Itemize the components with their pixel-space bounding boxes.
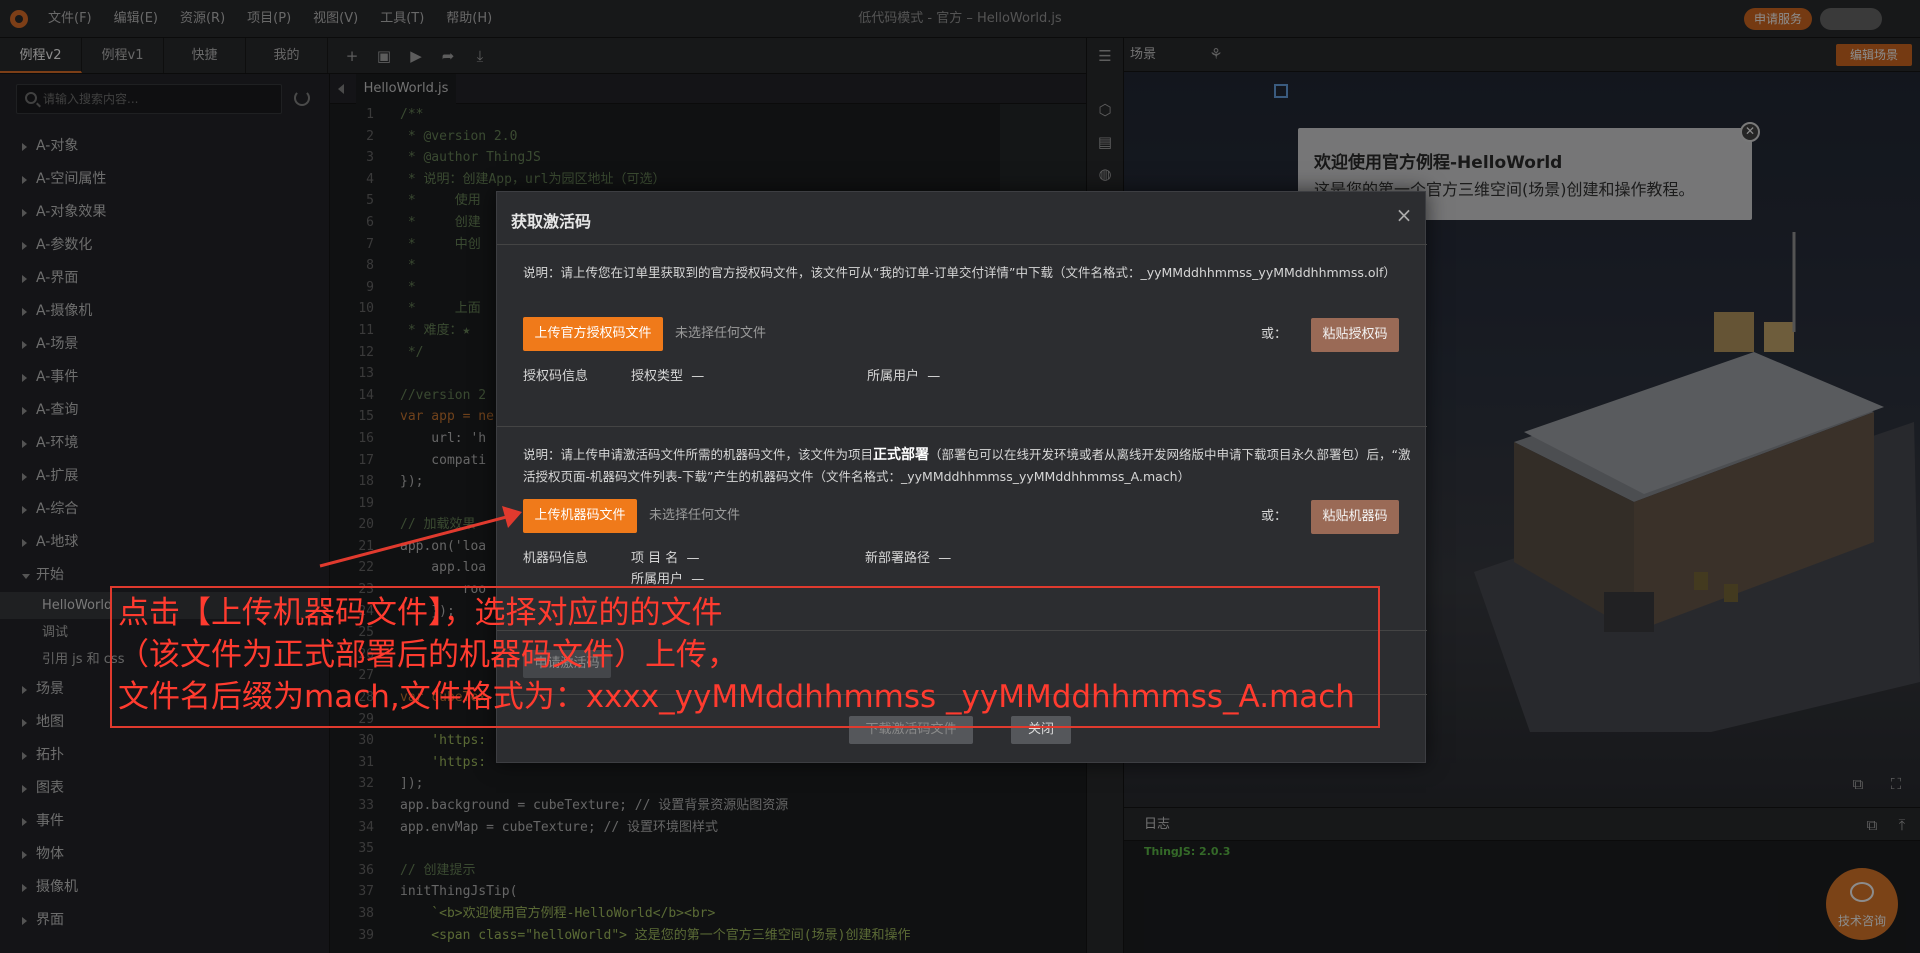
- annotation-arrow: [319, 506, 522, 568]
- annotation-line-3: 文件名后缀为mach,文件格式为：xxxx_yyMMddhhmmss _yyMM…: [118, 679, 1355, 715]
- annotation-line-2: （该文件为正式部署后的机器码文件）上传，: [118, 637, 738, 673]
- upload-machine-button[interactable]: 上传机器码文件: [523, 499, 637, 533]
- paste-license-button[interactable]: 粘贴授权码: [1311, 318, 1399, 352]
- dialog-title: 获取激活码: [511, 212, 592, 231]
- machine-no-file: 未选择任何文件: [649, 508, 741, 523]
- machine-info-label: 机器码信息: [523, 551, 589, 566]
- license-owner: 所属用户 —: [867, 369, 941, 384]
- close-icon[interactable]: ×: [1395, 205, 1413, 225]
- license-type: 授权类型 —: [631, 369, 705, 384]
- machine-project-name: 项 目 名 —: [631, 551, 700, 566]
- upload-license-button[interactable]: 上传官方授权码文件: [523, 317, 663, 351]
- annotation-line-1: 点击【上传机器码文件】，选择对应的的文件: [118, 595, 723, 631]
- machine-deploy-path: 新部署路径 —: [865, 551, 952, 566]
- machine-or-label: 或：: [1261, 509, 1288, 524]
- license-no-file: 未选择任何文件: [675, 326, 767, 341]
- license-info-label: 授权码信息: [523, 369, 589, 384]
- license-description: 说明：请上传您在订单里获取到的官方授权码文件，该文件可从“我的订单-订单交付详情…: [523, 265, 1396, 280]
- paste-machine-button[interactable]: 粘贴机器码: [1311, 500, 1399, 534]
- license-or-label: 或：: [1261, 327, 1288, 342]
- machine-description: 说明：请上传申请激活码文件所需的机器码文件，该文件为项目正式部署（部署包可以在线…: [523, 447, 1411, 484]
- divider: [497, 244, 1427, 245]
- section-divider: [497, 426, 1427, 427]
